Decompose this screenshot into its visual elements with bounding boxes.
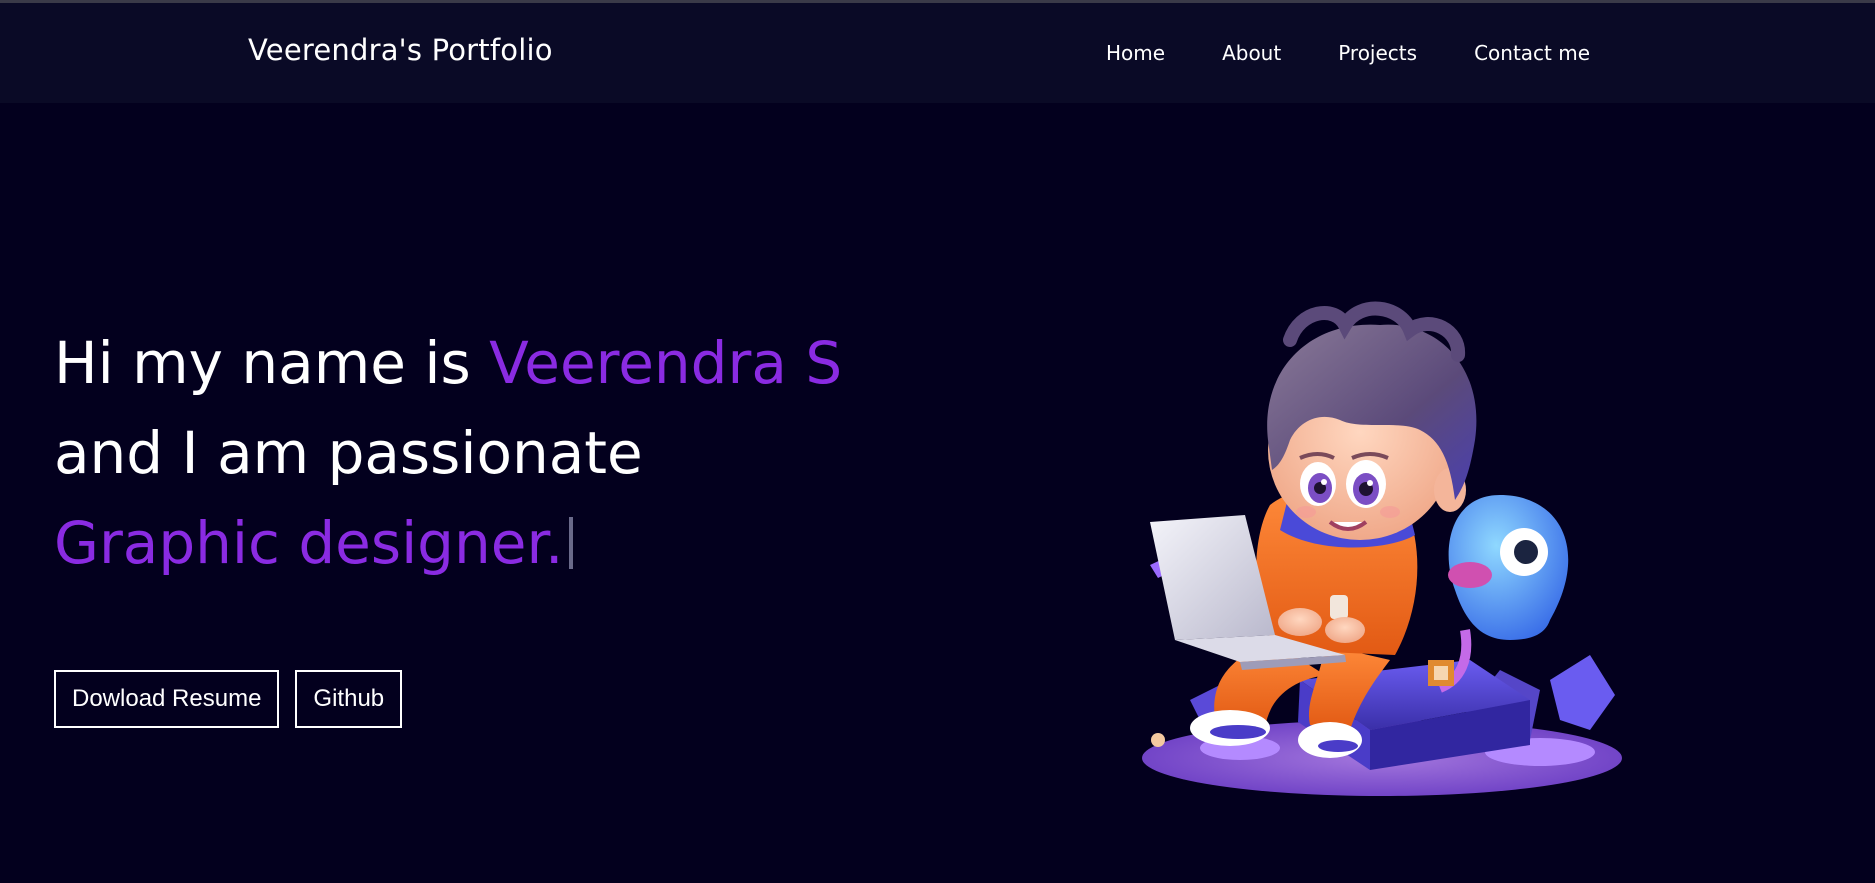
typing-cursor [569,517,574,569]
github-button[interactable]: Github [295,670,403,728]
hero-text: Hi my name is Veerendra S and I am passi… [54,318,954,588]
nav-link-about[interactable]: About [1222,41,1281,65]
nav-link-projects[interactable]: Projects [1338,41,1417,65]
nav-link-contact[interactable]: Contact me [1474,41,1590,65]
hero-buttons: Dowload Resume Github [54,670,418,728]
boy-head [1267,301,1477,540]
brand-title[interactable]: Veerendra's Portfolio [248,33,553,67]
hero-line-3: Graphic designer. [54,498,954,588]
download-resume-button[interactable]: Dowload Resume [54,670,280,728]
hero-line-1: Hi my name is Veerendra S [54,318,954,408]
nav-links: Home About Projects Contact me [1106,41,1590,65]
hero-intro: Hi my name is [54,329,490,397]
monster-figure [1428,495,1569,693]
nav-link-home[interactable]: Home [1106,41,1165,65]
hero-illustration-image [1142,301,1622,796]
navbar: Veerendra's Portfolio Home About Project… [0,3,1875,103]
hero-name: Veerendra S [489,329,843,397]
hero-line-2: and I am passionate [54,419,643,487]
hero-role: Graphic designer. [54,509,564,577]
